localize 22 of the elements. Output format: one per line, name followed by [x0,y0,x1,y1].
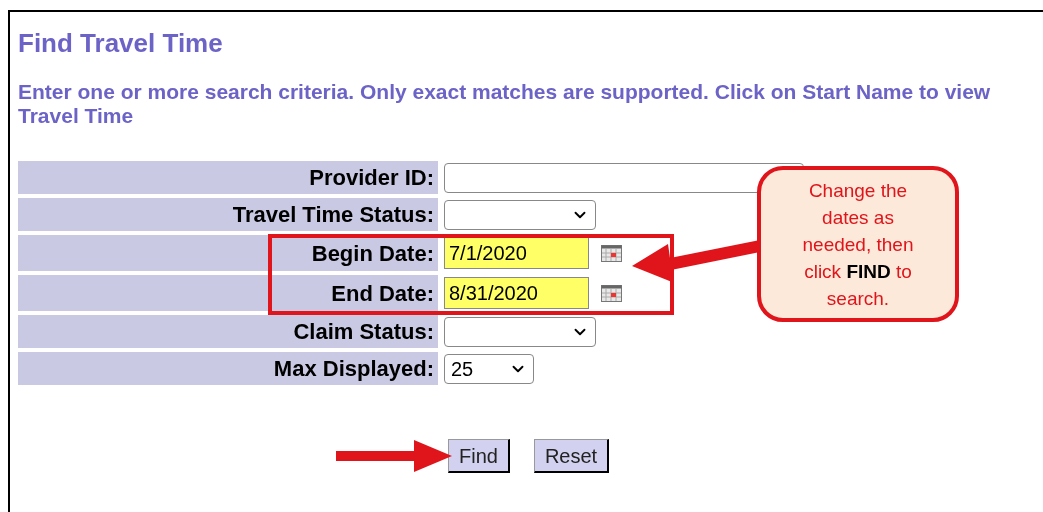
field-label: Max Displayed: [18,352,438,385]
date-value: 7/1/2020 [449,241,527,266]
field-label: Travel Time Status: [18,198,438,231]
callout-text: Change the dates as needed, then click FIND to search. [801,178,915,311]
calendar-icon[interactable] [601,244,622,262]
reset-button[interactable]: Reset [533,439,610,473]
field-label: End Date: [18,275,438,311]
field-label: Begin Date: [18,235,438,271]
dropdown-value: 25 [451,356,474,382]
dropdown-field[interactable]: 25 [444,353,534,384]
field-label: Provider ID: [18,161,438,194]
dropdown-field[interactable] [444,316,596,347]
date-value: 8/31/2020 [449,281,538,306]
dropdown-field[interactable] [444,199,596,230]
date-field[interactable]: 7/1/2020 [444,237,589,269]
text-field[interactable] [444,162,804,193]
find-button[interactable]: Find [448,439,510,473]
calendar-icon[interactable] [601,284,622,302]
date-field[interactable]: 8/31/2020 [444,277,589,309]
page-title: Find Travel Time [18,28,224,58]
instructions-text: Enter one or more search criteria. Only exact matches are supported. Click on Start Name to view Travel Time [18,80,992,128]
field-label: Claim Status: [18,315,438,348]
